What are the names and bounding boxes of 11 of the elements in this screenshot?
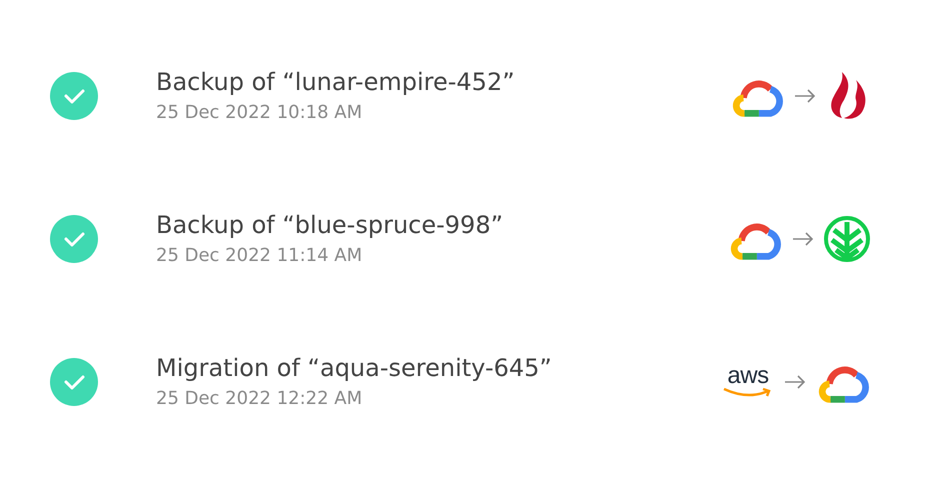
- job-title: Backup of “blue-spruce-998”: [156, 211, 504, 239]
- job-timestamp: 25 Dec 2022 11:14 AM: [156, 245, 364, 266]
- job-timestamp: 25 Dec 2022 12:22 AM: [156, 388, 364, 409]
- logo-text: aws: [727, 366, 769, 386]
- tree-icon: [824, 216, 870, 262]
- arrow-icon: [792, 232, 814, 246]
- job-title: Migration of “aqua-serenity-645”: [156, 354, 553, 382]
- job-title: Backup of “lunar-empire-452”: [156, 68, 516, 96]
- job-timestamp: 25 Dec 2022 10:18 AM: [156, 102, 364, 123]
- arrow-icon: [784, 374, 806, 388]
- arrow-icon: [794, 88, 816, 102]
